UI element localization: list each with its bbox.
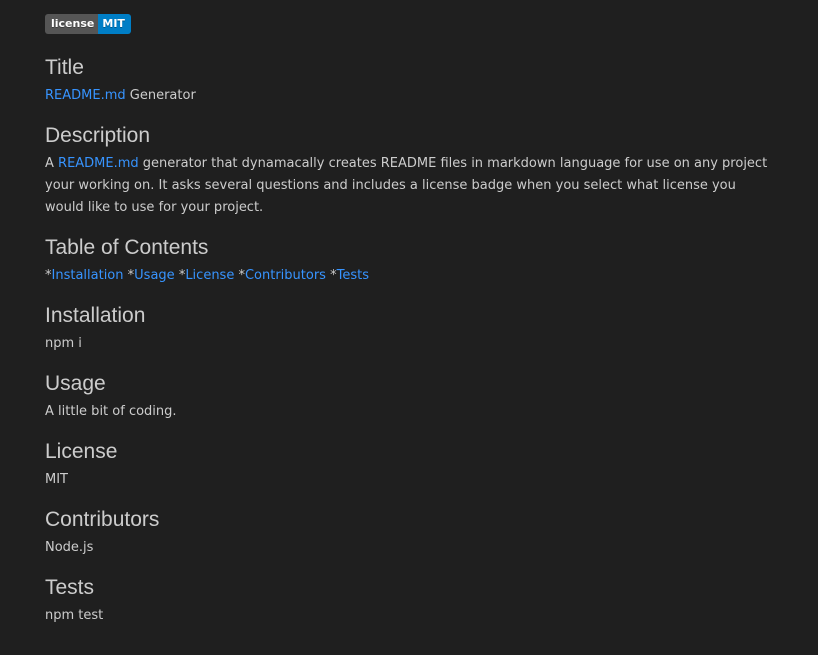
description-readme-link[interactable]: README.md xyxy=(58,156,139,171)
toc-list: *Installation *Usage *License *Contribut… xyxy=(45,265,773,287)
usage-heading: Usage xyxy=(45,372,106,395)
installation-section: Installation npm i xyxy=(45,303,773,355)
title-section: Title README.md Generator xyxy=(45,55,773,107)
tests-section: Tests npm test xyxy=(45,575,773,627)
toc-link-usage[interactable]: Usage xyxy=(134,268,175,283)
description-heading: Description xyxy=(45,124,151,147)
tests-text: npm test xyxy=(45,608,104,623)
readme-link[interactable]: README.md xyxy=(45,88,126,103)
description-text: A README.md generator that dynamacally c… xyxy=(45,153,773,219)
license-heading: License xyxy=(45,440,118,463)
badge-value: MIT xyxy=(98,14,131,34)
installation-heading: Installation xyxy=(45,304,146,327)
title-text: README.md Generator xyxy=(45,85,773,107)
description-section: Description A README.md generator that d… xyxy=(45,123,773,219)
toc-link-installation[interactable]: Installation xyxy=(52,268,124,283)
usage-section: Usage A little bit of coding. xyxy=(45,371,773,423)
toc-heading: Table of Contents xyxy=(45,236,209,259)
toc-link-license[interactable]: License xyxy=(185,268,234,283)
badge-label: license xyxy=(45,14,99,34)
toc-link-tests[interactable]: Tests xyxy=(337,268,369,283)
toc-link-contributors[interactable]: Contributors xyxy=(245,268,326,283)
license-section: License MIT xyxy=(45,439,773,491)
contributors-section: Contributors Node.js xyxy=(45,507,773,559)
license-text: MIT xyxy=(45,472,68,487)
toc-section: Table of Contents *Installation *Usage *… xyxy=(45,235,773,287)
title-suffix: Generator xyxy=(125,88,196,103)
installation-text: npm i xyxy=(45,336,82,351)
title-heading: Title xyxy=(45,56,84,79)
contributors-heading: Contributors xyxy=(45,508,160,531)
tests-heading: Tests xyxy=(45,576,95,599)
description-prefix: A xyxy=(45,156,59,171)
contributors-text: Node.js xyxy=(45,540,94,555)
markdown-preview: license MIT Title README.md Generator De… xyxy=(0,0,818,655)
usage-text: A little bit of coding. xyxy=(45,404,177,419)
description-body: generator that dynamacally creates READM… xyxy=(45,156,768,215)
license-badge[interactable]: license MIT xyxy=(45,14,131,34)
